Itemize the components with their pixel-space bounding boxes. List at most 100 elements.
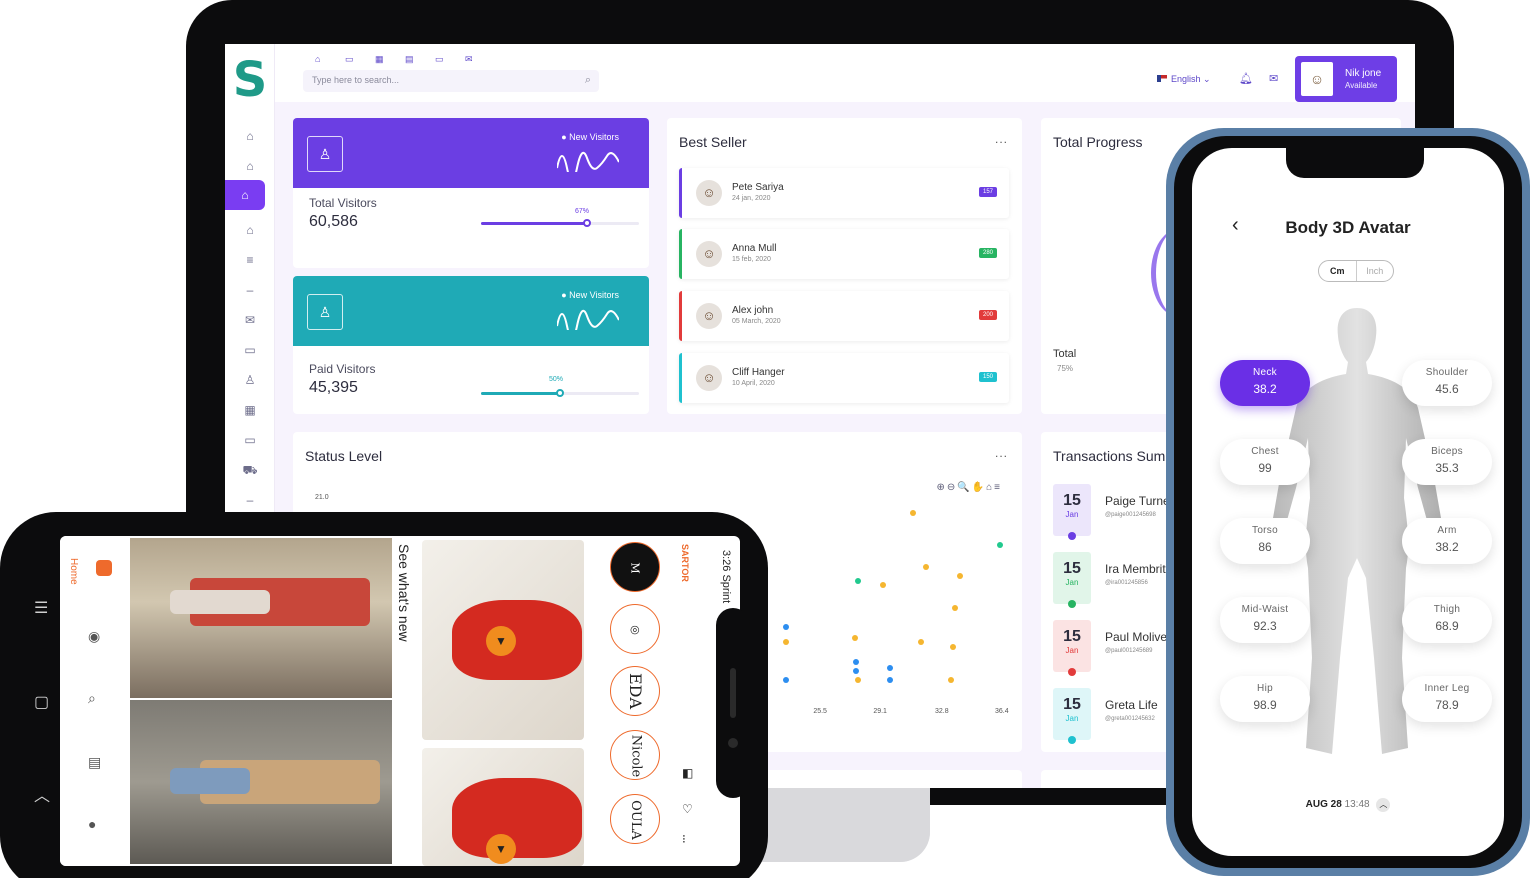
chart-point[interactable]: [853, 667, 860, 674]
date-month: Jan: [1065, 646, 1079, 655]
list-item[interactable]: ☺ Pete Sariya 24 jan, 2020 157: [679, 168, 1009, 218]
sidebar-chat-icon[interactable]: ▭: [235, 338, 265, 362]
progress-knob[interactable]: [556, 389, 564, 397]
transaction-handle: @ira001245856: [1105, 580, 1148, 586]
language-select[interactable]: English ⌄: [1157, 74, 1211, 85]
square-icon[interactable]: ▢: [34, 692, 49, 712]
chart-point[interactable]: [855, 676, 861, 683]
unit-cm[interactable]: Cm: [1319, 261, 1357, 281]
chart-point[interactable]: [951, 604, 958, 611]
measurement-torso[interactable]: Torso 86: [1220, 518, 1310, 564]
search-input[interactable]: Type here to search... ⌕: [303, 70, 599, 92]
mail-icon[interactable]: ✉: [465, 54, 475, 65]
sidebar-list-icon[interactable]: ≡: [235, 248, 265, 272]
chart-point[interactable]: [918, 639, 925, 645]
chevron-up-icon[interactable]: ︿: [34, 782, 50, 806]
save-icon[interactable]: ▤: [88, 754, 101, 771]
chart-point[interactable]: [950, 643, 956, 650]
chart-point[interactable]: [886, 676, 893, 683]
chart-point[interactable]: [923, 564, 930, 570]
sidebar-dashboard-icon[interactable]: ⌂: [225, 180, 265, 210]
visitor-band: ♙ ● New Visitors: [293, 276, 649, 346]
sidebar-home-icon[interactable]: ⌂: [235, 124, 265, 148]
feed-photo[interactable]: ▼: [422, 748, 584, 866]
chart-point[interactable]: [948, 676, 955, 683]
sidebar-minus-icon[interactable]: –: [235, 278, 265, 302]
measurement-inner-leg[interactable]: Inner Leg 78.9: [1402, 676, 1492, 722]
feed-photo[interactable]: [130, 700, 392, 864]
inbox-icon[interactable]: ▤: [405, 54, 415, 65]
date-badge: 15 Jan: [1053, 552, 1091, 608]
unit-toggle[interactable]: Cm Inch: [1318, 260, 1394, 282]
list-item[interactable]: ☺ Alex john 05 March, 2020 200: [679, 291, 1009, 341]
app-nav: Home ◉ ⌕ ▤ ●: [60, 536, 130, 866]
list-item[interactable]: ☺ Cliff Hanger 10 April, 2020 150: [679, 353, 1009, 403]
sidebar-calendar-icon[interactable]: ▦: [235, 398, 265, 422]
sidebar-minus-icon[interactable]: –: [235, 488, 265, 512]
chart-point[interactable]: [886, 664, 893, 671]
chart-point[interactable]: [783, 676, 790, 683]
measurement-biceps[interactable]: Biceps 35.3: [1402, 439, 1492, 485]
date-day: 15: [1063, 696, 1081, 713]
feed-photo[interactable]: [130, 538, 392, 698]
app-logo[interactable]: S: [231, 56, 269, 104]
measurement-thigh[interactable]: Thigh 68.9: [1402, 597, 1492, 643]
chart-point[interactable]: [956, 573, 963, 579]
tab-home[interactable]: Home: [68, 558, 79, 585]
feed-photo[interactable]: ▼: [422, 540, 584, 740]
transaction-handle: @greta001245632: [1105, 716, 1155, 722]
chart-point[interactable]: [880, 582, 886, 588]
sidebar-user-icon[interactable]: ♙: [235, 368, 265, 392]
grid-icon[interactable]: ▦: [375, 54, 385, 65]
unit-inch[interactable]: Inch: [1357, 261, 1394, 281]
sidebar-message-icon[interactable]: ▭: [235, 428, 265, 452]
measurement-neck[interactable]: Neck 38.2: [1220, 360, 1310, 406]
chart-point[interactable]: [996, 541, 1003, 548]
measurement-hip[interactable]: Hip 98.9: [1220, 676, 1310, 722]
menu-icon[interactable]: ☰: [34, 598, 48, 618]
brand-avatar[interactable]: OULA: [610, 794, 660, 844]
sidebar-home-icon[interactable]: ⌂: [235, 154, 265, 178]
chart-point[interactable]: [783, 639, 790, 645]
user-profile-chip[interactable]: ☺ Nik jone Available: [1295, 56, 1397, 102]
paid-visitors-card: ♙ ● New Visitors Paid Visitors 45,395 50…: [293, 276, 649, 414]
progress-knob[interactable]: [582, 219, 591, 227]
measurement-mid-waist[interactable]: Mid-Waist 92.3: [1220, 597, 1310, 643]
more-icon[interactable]: ...: [995, 132, 1008, 146]
sidebar-cart-icon[interactable]: ⛟: [235, 458, 265, 482]
brand-avatar[interactable]: ◎: [610, 604, 660, 654]
play-icon[interactable]: ▼: [486, 834, 516, 864]
chart-point[interactable]: [910, 510, 916, 516]
search-icon[interactable]: ⌕: [88, 690, 96, 707]
measurement-chest[interactable]: Chest 99: [1220, 439, 1310, 485]
measurement-label: Hip: [1257, 683, 1273, 694]
more-icon[interactable]: ...: [995, 446, 1008, 460]
search-icon[interactable]: ⌕: [585, 74, 591, 87]
compass-icon[interactable]: ◉: [88, 628, 100, 645]
brand-avatar[interactable]: M: [610, 542, 660, 592]
status-badge: 200: [978, 310, 997, 320]
chart-point[interactable]: [783, 624, 790, 630]
brand-avatar[interactable]: EDA: [610, 666, 660, 716]
list-item[interactable]: ☺ Anna Mull 15 feb, 2020 280: [679, 229, 1009, 279]
shield-icon: ♡: [682, 802, 693, 816]
chart-point[interactable]: [851, 634, 858, 641]
mail-icon[interactable]: ✉: [1269, 72, 1278, 85]
comment-icon[interactable]: ▭: [435, 54, 445, 65]
chart-point[interactable]: [853, 658, 860, 665]
toggle-icon[interactable]: ●: [88, 816, 96, 832]
notification-bell-icon[interactable]: 🔔︎: [1239, 72, 1253, 85]
home-icon[interactable]: ⌂: [315, 54, 325, 65]
sidebar-mail-icon[interactable]: ✉: [235, 308, 265, 332]
brand-avatar[interactable]: Nicole: [610, 730, 660, 780]
chat-icon[interactable]: ▭: [345, 54, 355, 65]
app-brand: SARTOR: [680, 544, 690, 582]
sidebar-home-icon[interactable]: ⌂: [235, 218, 265, 242]
home-icon[interactable]: [96, 560, 112, 576]
status-badge: 150: [978, 372, 997, 382]
play-icon[interactable]: ▼: [486, 626, 516, 656]
measurement-shoulder[interactable]: Shoulder 45.6: [1402, 360, 1492, 406]
chart-point[interactable]: [855, 577, 861, 584]
chevron-up-icon[interactable]: ︿: [1376, 798, 1391, 812]
measurement-arm[interactable]: Arm 38.2: [1402, 518, 1492, 564]
